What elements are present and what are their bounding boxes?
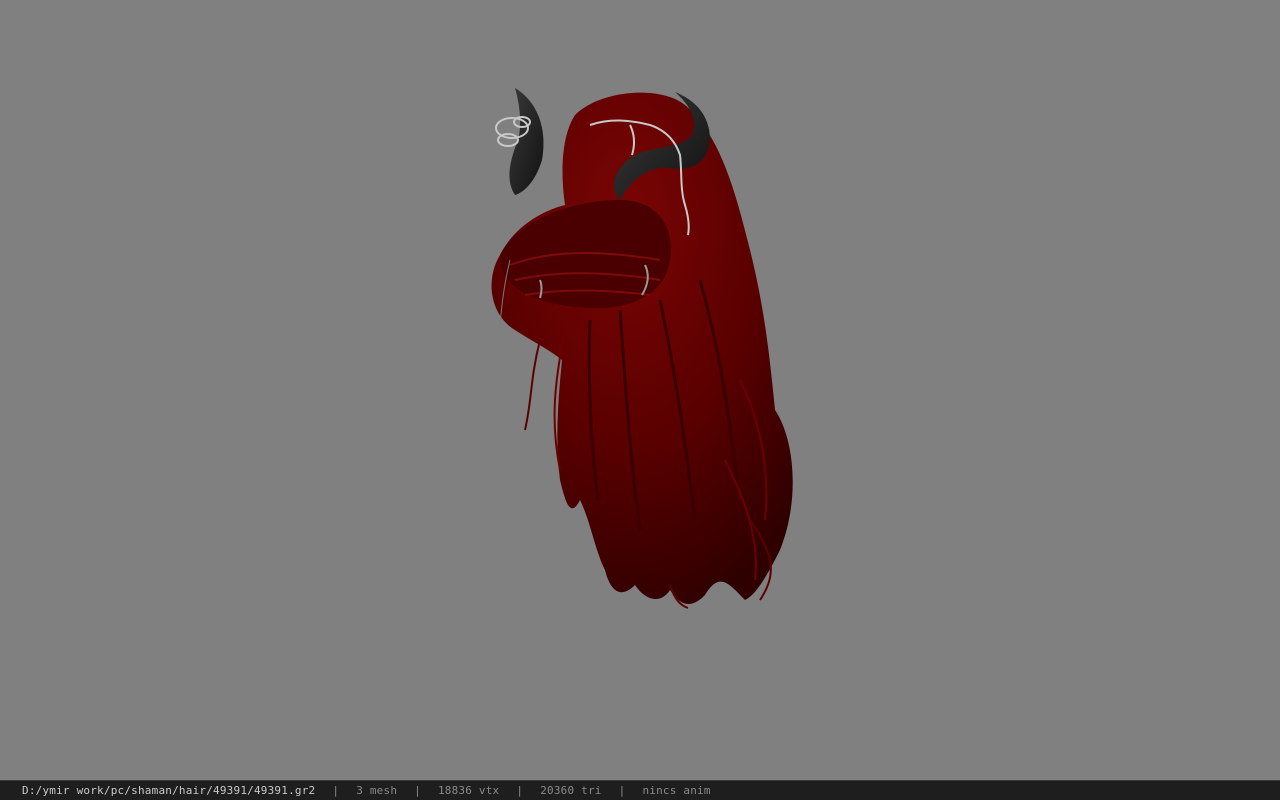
hair-model-render (491, 88, 793, 609)
animation-status-label: nincs anim (642, 784, 711, 797)
mesh-count-label: 3 mesh (356, 784, 398, 797)
triangle-count-label: 20360 tri (540, 784, 602, 797)
separator: | (516, 784, 524, 797)
horn-left-mesh (509, 88, 544, 195)
vertex-count-label: 18836 vtx (437, 784, 500, 797)
3d-viewport[interactable] (0, 0, 1280, 780)
separator: | (414, 784, 421, 797)
separator: | (618, 784, 626, 797)
status-bar: D:/ymir work/pc/shaman/hair/49391/49391.… (0, 780, 1280, 800)
file-path-label: D:/ymir work/pc/shaman/hair/49391/49391.… (22, 784, 316, 797)
separator: | (332, 784, 340, 797)
